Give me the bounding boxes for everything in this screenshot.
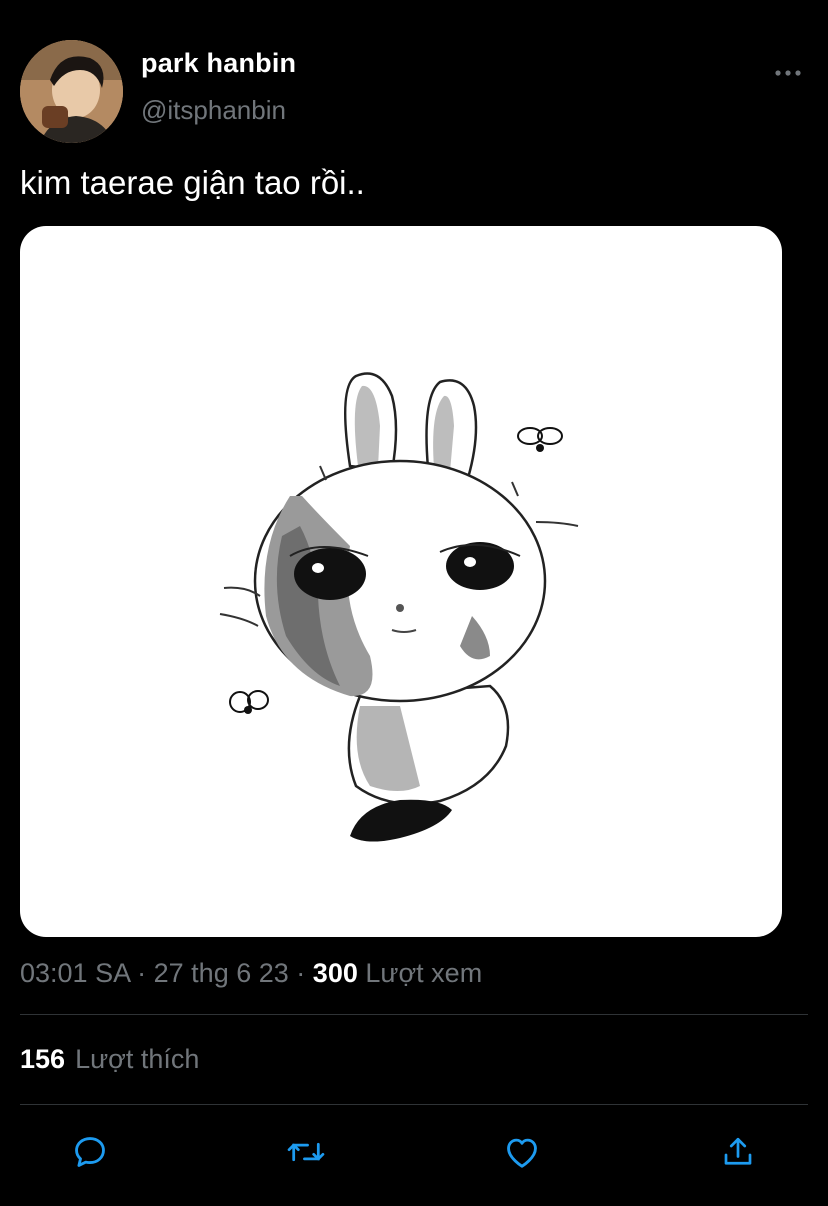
avatar-photo <box>20 40 123 143</box>
views-count: 300 <box>312 958 358 988</box>
tweet-meta: 03:01 SA · 27 thg 6 23 · 300 Lượt xem <box>20 958 482 989</box>
share-button[interactable] <box>716 1130 760 1174</box>
more-options-button[interactable] <box>770 58 806 88</box>
like-button[interactable] <box>500 1130 544 1174</box>
retweet-button[interactable] <box>284 1130 328 1174</box>
more-horizontal-icon <box>775 70 801 76</box>
tweet-text: kim taerae giận tao rồi.. <box>20 164 365 201</box>
tweet-time[interactable]: 03:01 SA <box>20 958 130 988</box>
share-icon <box>724 1137 752 1165</box>
fly-doodle-top <box>517 427 563 452</box>
bunny-sticker-illustration <box>219 372 579 842</box>
likes-count: 156 <box>20 1044 66 1074</box>
divider <box>20 1014 808 1015</box>
tweet-media[interactable] <box>20 226 782 937</box>
meta-separator: · <box>296 958 306 988</box>
retweet-icon <box>287 1142 325 1162</box>
reply-button[interactable] <box>68 1130 112 1174</box>
heart-icon <box>507 1138 537 1168</box>
meta-separator: · <box>137 958 147 988</box>
reply-icon <box>75 1137 105 1167</box>
avatar[interactable] <box>20 40 123 143</box>
fly-doodle-left <box>229 690 269 714</box>
author-display-name[interactable]: park hanbin <box>141 48 296 79</box>
tweet-date[interactable]: 27 thg 6 23 <box>154 958 289 988</box>
likes-label: Lượt thích <box>75 1044 200 1074</box>
divider <box>20 1104 808 1105</box>
views-label: Lượt xem <box>365 958 483 988</box>
author-handle[interactable]: @itsphanbin <box>141 95 286 126</box>
likes-summary[interactable]: 156 Lượt thích <box>20 1044 199 1075</box>
